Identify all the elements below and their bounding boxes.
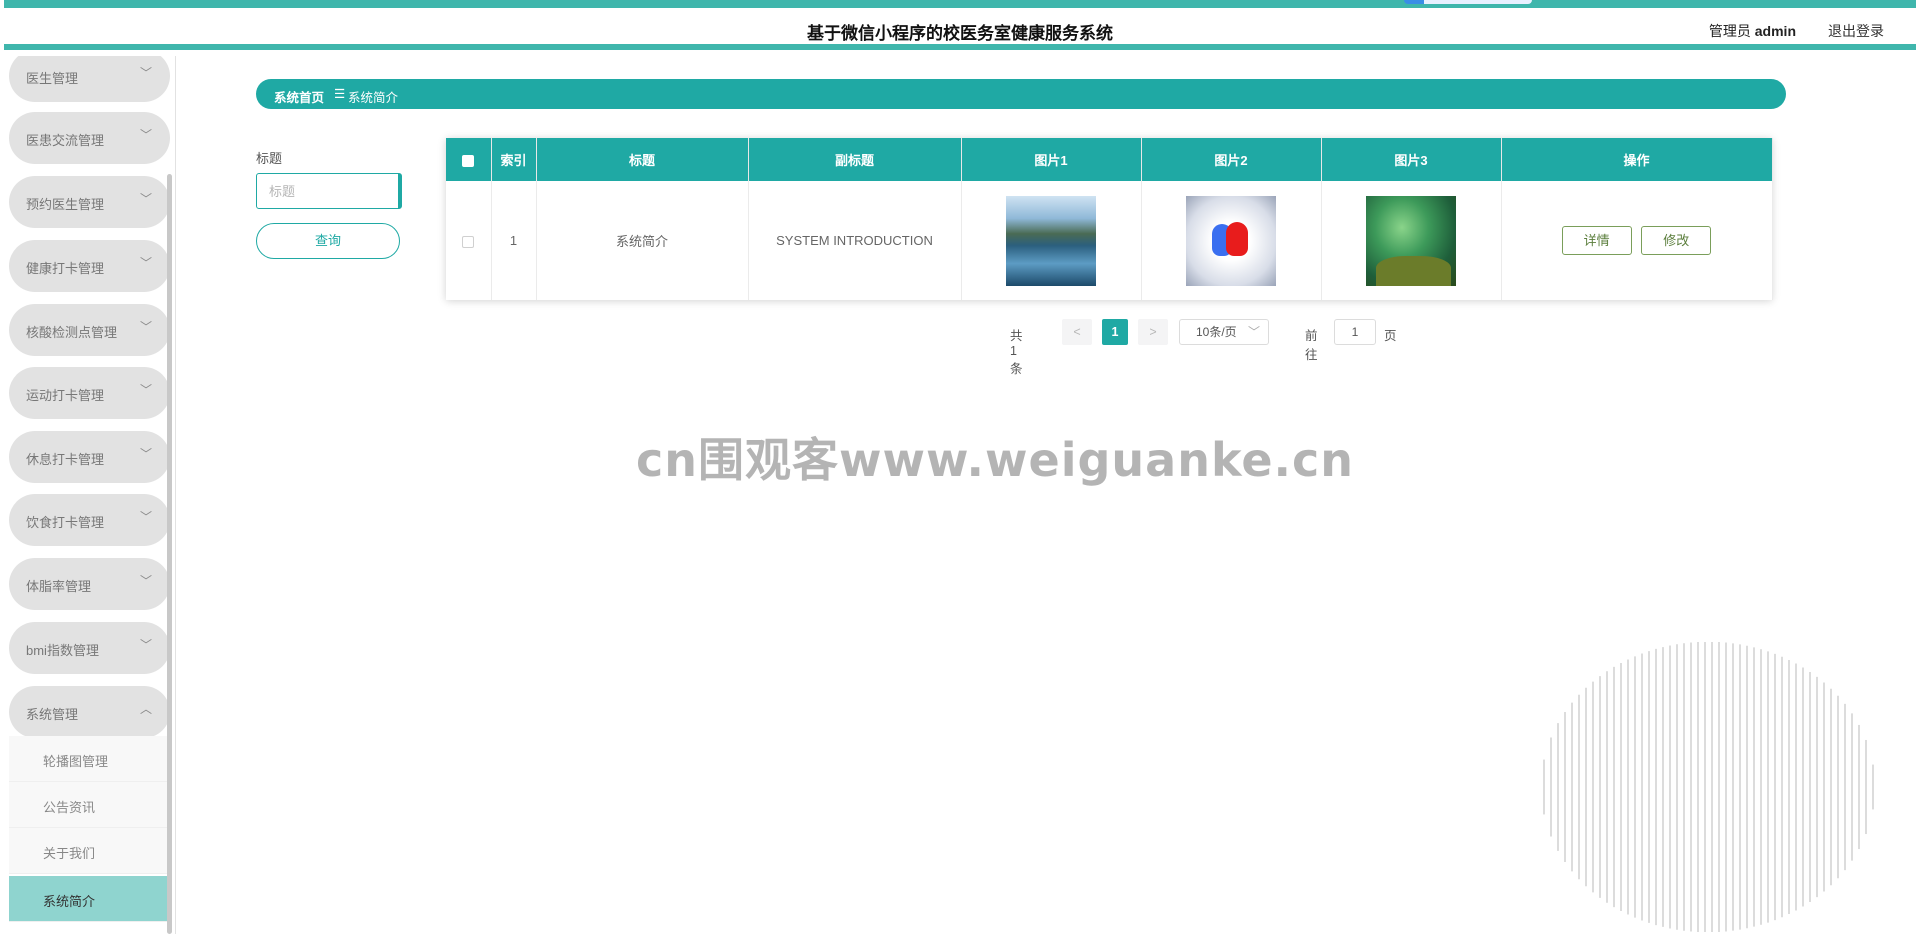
sidebar-item-exercise[interactable]: 运动打卡管理 ﹀ [9, 367, 170, 419]
prev-page-button[interactable]: < [1062, 319, 1092, 345]
index-cell: 1 [491, 181, 537, 300]
sidebar-item-consult[interactable]: 医患交流管理 ﹀ [9, 112, 170, 164]
user-info: 管理员 admin [1709, 21, 1796, 41]
page-title: 基于微信小程序的校医务室健康服务系统 [807, 24, 1113, 43]
sidebar-item-diet[interactable]: 饮食打卡管理 ﹀ [9, 494, 170, 546]
sidebar-item-label: 核酸检测点管理 [26, 325, 118, 340]
top-accent-bar [4, 0, 1916, 8]
heart-balloons-image[interactable] [1186, 195, 1276, 286]
sidebar-item-label: 运动打卡管理 [26, 388, 105, 403]
sidebar-item-doctor[interactable]: 医生管理 ﹀ [9, 56, 170, 102]
chevron-down-icon: ﹀ [139, 256, 152, 270]
submenu-item-label: 轮播图管理 [43, 754, 109, 769]
sidebar-item-health-checkin[interactable]: 健康打卡管理 ﹀ [9, 240, 170, 292]
sidebar-item-label: 健康打卡管理 [26, 261, 105, 276]
column-header: 操作 [1501, 138, 1773, 181]
sidebar-item-label: 休息打卡管理 [26, 452, 105, 467]
chevron-down-icon: ﹀ [139, 320, 152, 334]
logout-link[interactable]: 退出登录 [1828, 21, 1884, 41]
select-all-checkbox[interactable] [462, 154, 475, 167]
header: 基于微信小程序的校医务室健康服务系统 管理员 admin 退出登录 [4, 8, 1916, 50]
edit-button[interactable]: 修改 [1641, 226, 1712, 255]
chevron-down-icon: ﹀ [139, 510, 152, 524]
submenu-item-label: 系统简介 [43, 894, 96, 909]
sidebar-item-body-fat[interactable]: 体脂率管理 ﹀ [9, 558, 170, 610]
sidebar-item-bmi[interactable]: bmi指数管理 ﹀ [9, 622, 170, 674]
breadcrumb-home[interactable]: 系统首页 [274, 87, 324, 106]
image1-cell [961, 181, 1142, 300]
column-header: 图片3 [1321, 138, 1502, 181]
page-size-value: 10条/页 [1196, 325, 1237, 339]
chevron-down-icon: ﹀ [139, 128, 152, 142]
detail-button[interactable]: 详情 [1561, 226, 1632, 255]
page-size-select[interactable]: 10条/页 ﹀ [1179, 319, 1269, 345]
sidebar-item-label: 系统管理 [26, 707, 79, 722]
submenu-item-announcements[interactable]: 公告资讯 [9, 782, 170, 828]
select-all-cell [446, 138, 492, 181]
chevron-down-icon: ﹀ [139, 192, 152, 206]
submenu-item-about[interactable]: 关于我们 [9, 828, 170, 874]
chevron-down-icon: ﹀ [139, 447, 152, 461]
column-header: 副标题 [748, 138, 962, 181]
pagination-total: 共 1 条 [1010, 329, 1023, 376]
data-table: 索引 标题 副标题 图片1 图片2 图片3 操作 1 系统简介 SYSTEM I… [446, 138, 1773, 300]
sidebar-item-rest[interactable]: 休息打卡管理 ﹀ [9, 431, 170, 483]
table-row: 1 系统简介 SYSTEM INTRODUCTION 详情 修改 [446, 181, 1773, 300]
next-page-button[interactable]: > [1138, 319, 1168, 345]
sidebar-item-system[interactable]: 系统管理 ︿ [9, 686, 170, 738]
page-number-button[interactable]: 1 [1102, 319, 1128, 345]
title-cell: 系统简介 [536, 181, 749, 300]
user-role: 管理员 [1708, 23, 1751, 39]
sidebar-scrollbar[interactable] [167, 174, 172, 934]
sidebar-item-label: 饮食打卡管理 [26, 515, 105, 530]
chevron-down-icon: ﹀ [1247, 325, 1260, 339]
column-header: 索引 [491, 138, 537, 181]
menu-lines-icon: ☰ [334, 87, 346, 101]
sidebar-item-nucleic-test[interactable]: 核酸检测点管理 ﹀ [9, 304, 170, 356]
goto-page-input[interactable]: 1 [1334, 319, 1376, 345]
column-header: 标题 [536, 138, 749, 181]
search-label: 标题 [256, 151, 283, 166]
goto-label: 前往 [1305, 329, 1318, 362]
lake-mountain-image[interactable] [1006, 195, 1096, 286]
watermark: cn围观客www.weiguanke.cn [636, 433, 1355, 487]
goto-unit-label: 页 [1384, 329, 1397, 343]
decorative-stripes [1543, 642, 1874, 932]
title-search-input[interactable] [256, 173, 402, 209]
image3-cell [1321, 181, 1502, 300]
row-select-cell [446, 181, 492, 300]
table-header-row: 索引 标题 副标题 图片1 图片2 图片3 操作 [446, 138, 1773, 181]
top-indicator [1404, 0, 1532, 4]
submenu-item-label: 公告资讯 [43, 800, 96, 815]
sidebar: 医生管理 ﹀ 医患交流管理 ﹀ 预约医生管理 ﹀ 健康打卡管理 ﹀ 核酸检测点管… [4, 56, 176, 934]
chevron-down-icon: ﹀ [139, 66, 152, 80]
chevron-down-icon: ﹀ [139, 574, 152, 588]
moss-plant-image[interactable] [1366, 195, 1456, 286]
subtitle-cell: SYSTEM INTRODUCTION [748, 181, 962, 300]
submenu-item-carousel[interactable]: 轮播图管理 [9, 736, 170, 782]
chevron-down-icon: ﹀ [139, 638, 152, 652]
sidebar-item-label: 医患交流管理 [26, 133, 105, 148]
sidebar-item-label: 医生管理 [26, 71, 79, 86]
sidebar-item-label: bmi指数管理 [26, 643, 99, 658]
column-header: 图片2 [1141, 138, 1322, 181]
row-checkbox[interactable] [462, 235, 475, 248]
breadcrumb-current: 系统简介 [348, 91, 399, 105]
submenu-item-label: 关于我们 [43, 846, 96, 861]
column-header: 图片1 [961, 138, 1142, 181]
search-button[interactable]: 查询 [256, 223, 400, 259]
user-name: admin [1754, 23, 1796, 39]
actions-cell: 详情 修改 [1501, 181, 1773, 300]
sidebar-item-appointment[interactable]: 预约医生管理 ﹀ [9, 176, 170, 228]
breadcrumb: 系统首页 ☰ 系统简介 [256, 79, 1786, 109]
image2-cell [1141, 181, 1322, 300]
sidebar-item-label: 预约医生管理 [26, 197, 105, 212]
submenu-item-system-intro[interactable]: 系统简介 [9, 876, 170, 922]
chevron-up-icon: ︿ [139, 702, 152, 716]
chevron-down-icon: ﹀ [139, 383, 152, 397]
sidebar-item-label: 体脂率管理 [26, 579, 92, 594]
